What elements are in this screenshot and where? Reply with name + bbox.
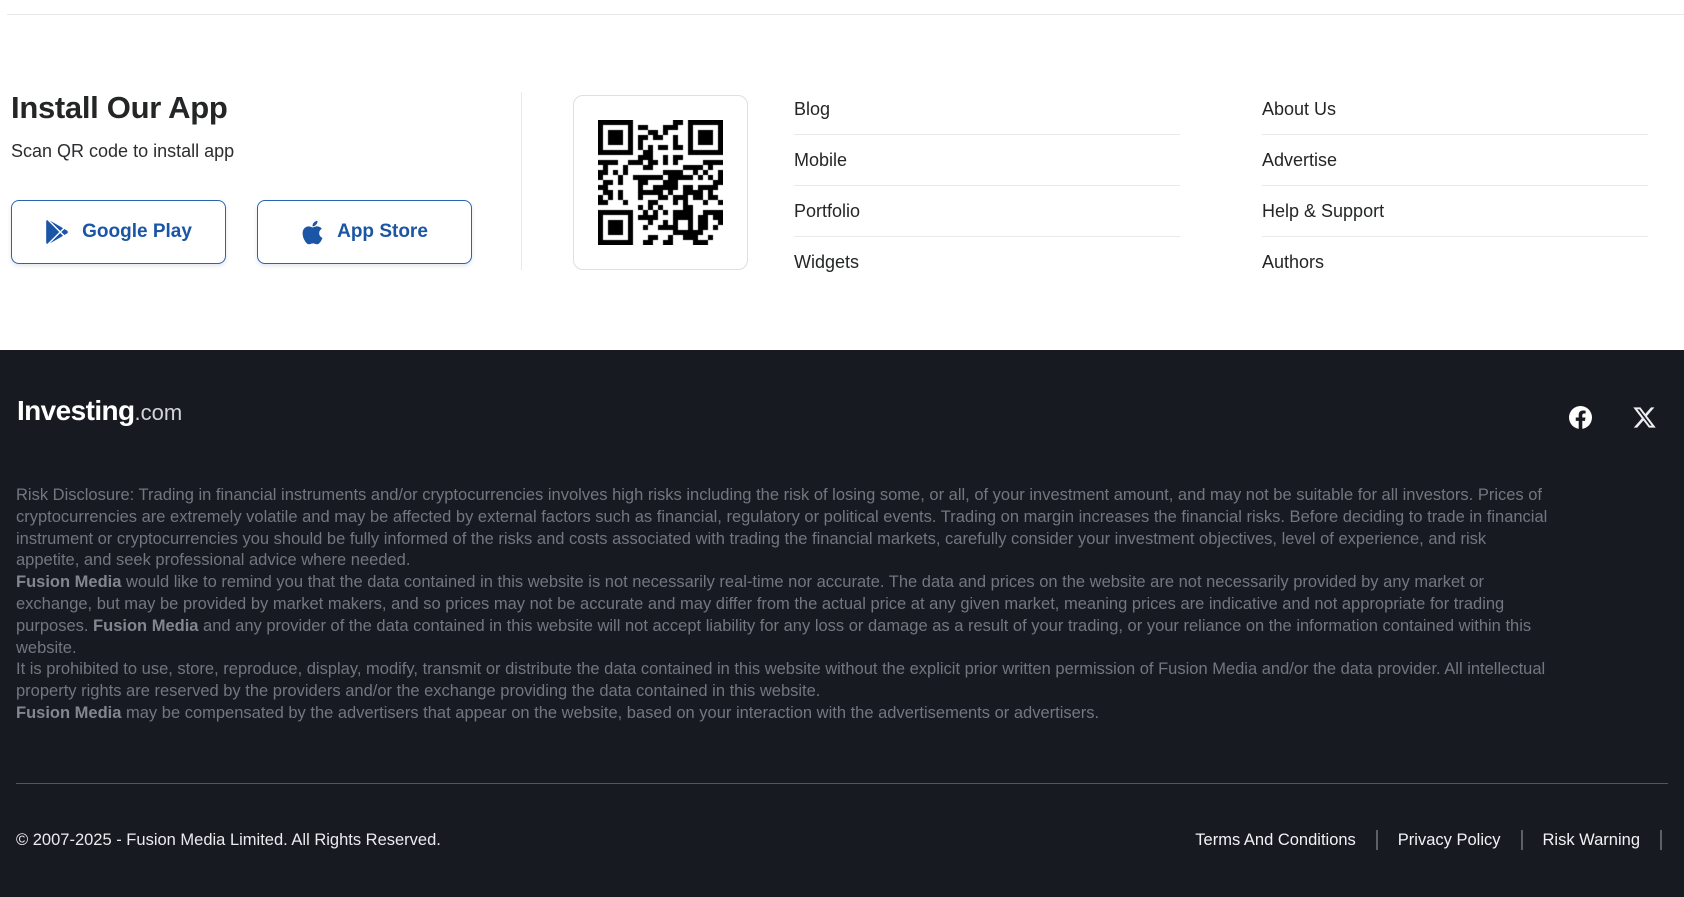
investing-footer-page: Install Our App Scan QR code to install … bbox=[0, 0, 1684, 897]
facebook-icon[interactable] bbox=[1569, 406, 1592, 429]
link-advertise[interactable]: Advertise bbox=[1262, 135, 1648, 186]
qr-code bbox=[598, 120, 723, 245]
app-store-label: App Store bbox=[337, 221, 428, 243]
link-about-us[interactable]: About Us bbox=[1262, 84, 1648, 135]
install-app-subtitle: Scan QR code to install app bbox=[11, 141, 234, 162]
footer-links-column-2: About Us Advertise Help & Support Author… bbox=[1262, 84, 1648, 288]
link-blog[interactable]: Blog bbox=[794, 84, 1180, 135]
copyright-text: © 2007-2025 - Fusion Media Limited. All … bbox=[16, 831, 441, 850]
google-play-label: Google Play bbox=[82, 221, 192, 243]
investing-logo[interactable]: Investing.com bbox=[17, 395, 182, 427]
terms-and-conditions-link[interactable]: Terms And Conditions bbox=[1195, 831, 1356, 850]
x-twitter-icon[interactable] bbox=[1632, 405, 1657, 430]
apple-icon bbox=[301, 219, 324, 246]
legal-separator bbox=[1521, 830, 1523, 850]
google-play-button[interactable]: Google Play bbox=[11, 200, 226, 264]
top-divider bbox=[7, 14, 1684, 15]
legal-links: Terms And Conditions Privacy Policy Risk… bbox=[1195, 830, 1662, 850]
qr-code-box bbox=[573, 95, 748, 270]
link-help-support[interactable]: Help & Support bbox=[1262, 186, 1648, 237]
link-authors[interactable]: Authors bbox=[1262, 237, 1648, 288]
site-footer: Investing.com Risk Disclosure: Trading i… bbox=[0, 350, 1684, 897]
risk-warning-link[interactable]: Risk Warning bbox=[1543, 831, 1641, 850]
link-mobile[interactable]: Mobile bbox=[794, 135, 1180, 186]
google-play-icon bbox=[45, 220, 69, 244]
install-app-title: Install Our App bbox=[11, 90, 228, 126]
risk-disclaimer: Risk Disclosure: Trading in financial in… bbox=[16, 485, 1550, 725]
link-portfolio[interactable]: Portfolio bbox=[794, 186, 1180, 237]
legal-separator bbox=[1660, 830, 1662, 850]
footer-links-column-1: Blog Mobile Portfolio Widgets bbox=[794, 84, 1180, 288]
link-widgets[interactable]: Widgets bbox=[794, 237, 1180, 288]
app-store-button[interactable]: App Store bbox=[257, 200, 472, 264]
vertical-divider bbox=[521, 92, 522, 270]
footer-bottom-divider bbox=[16, 783, 1668, 784]
logo-brand-text: Investing bbox=[17, 395, 135, 426]
social-icons bbox=[1569, 405, 1657, 430]
privacy-policy-link[interactable]: Privacy Policy bbox=[1398, 831, 1501, 850]
legal-separator bbox=[1376, 830, 1378, 850]
footer-bottom-row: © 2007-2025 - Fusion Media Limited. All … bbox=[16, 827, 1662, 853]
logo-tld-text: .com bbox=[135, 400, 183, 425]
